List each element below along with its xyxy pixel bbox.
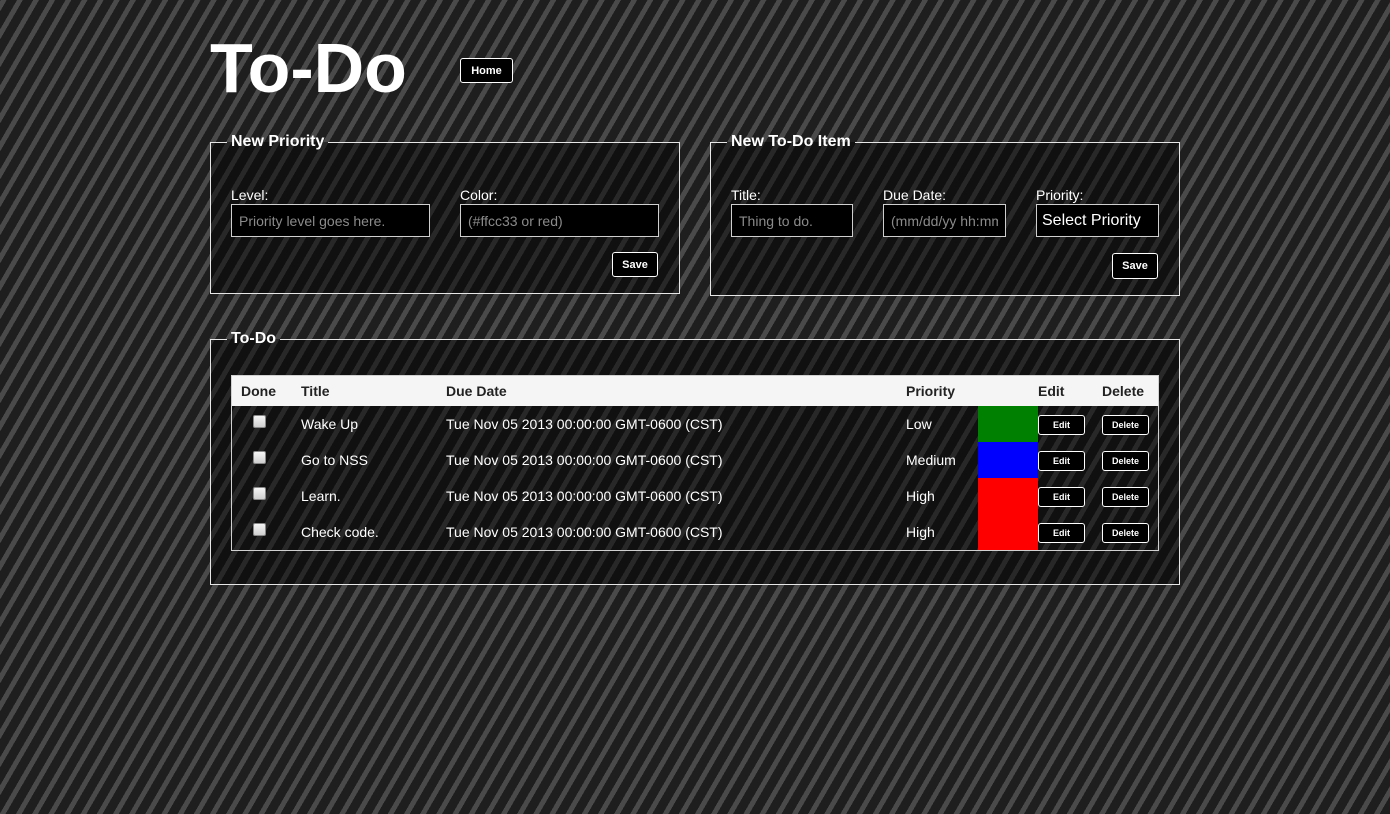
priority-color-swatch — [978, 514, 1038, 550]
column-header-priority: Priority — [906, 383, 956, 399]
delete-button[interactable]: Delete — [1102, 415, 1149, 435]
due-date-cell: Tue Nov 05 2013 00:00:00 GMT-0600 (CST) — [446, 416, 723, 432]
edit-button[interactable]: Edit — [1038, 451, 1085, 471]
column-header-delete: Delete — [1102, 383, 1145, 399]
column-header-edit: Edit — [1038, 383, 1065, 399]
color-cell — [978, 442, 1038, 478]
new-priority-panel: New Priority Level: Color: Save — [210, 133, 680, 294]
priority-cell: Medium — [906, 452, 956, 468]
delete-cell: Delete — [1102, 406, 1159, 442]
due-date-label: Due Date: — [883, 187, 947, 203]
new-priority-legend: New Priority — [231, 133, 325, 150]
table-row: Check code. Tue Nov 05 2013 00:00:00 GMT… — [232, 514, 1159, 551]
title-cell: Learn. — [301, 488, 341, 504]
priority-color-swatch — [978, 406, 1038, 442]
column-header-due-date: Due Date — [446, 383, 507, 399]
delete-button[interactable]: Delete — [1102, 451, 1149, 471]
color-cell — [978, 406, 1038, 442]
save-todo-button[interactable]: Save — [1112, 253, 1158, 279]
column-header-done: Done — [241, 383, 276, 399]
delete-button[interactable]: Delete — [1102, 487, 1149, 507]
delete-cell: Delete — [1102, 478, 1159, 514]
done-checkbox[interactable] — [253, 414, 266, 428]
new-todo-legend: New To-Do Item — [731, 133, 851, 150]
level-input[interactable] — [231, 204, 430, 237]
done-checkbox[interactable] — [253, 486, 266, 500]
column-header-title: Title — [301, 383, 330, 399]
column-header-color — [978, 376, 1038, 407]
table-row: Learn. Tue Nov 05 2013 00:00:00 GMT-0600… — [232, 478, 1159, 514]
done-cell — [232, 406, 302, 442]
title-cell: Wake Up — [301, 416, 359, 432]
title-input[interactable] — [731, 204, 853, 237]
edit-button[interactable]: Edit — [1038, 487, 1085, 507]
color-cell — [978, 478, 1038, 514]
color-cell — [978, 514, 1038, 551]
new-todo-panel: New To-Do Item Title: Due Date: Priority… — [710, 133, 1180, 296]
title-label: Title: — [731, 187, 761, 203]
edit-cell: Edit — [1038, 406, 1102, 442]
delete-cell: Delete — [1102, 442, 1159, 478]
due-date-cell: Tue Nov 05 2013 00:00:00 GMT-0600 (CST) — [446, 524, 723, 540]
done-checkbox[interactable] — [253, 450, 266, 464]
delete-cell: Delete — [1102, 514, 1159, 551]
title-cell: Go to NSS — [301, 452, 368, 468]
priority-cell: High — [906, 524, 935, 540]
priority-color-swatch — [978, 478, 1038, 514]
due-date-input[interactable] — [883, 204, 1006, 237]
due-date-cell: Tue Nov 05 2013 00:00:00 GMT-0600 (CST) — [446, 488, 723, 504]
home-button[interactable]: Home — [460, 58, 513, 83]
priority-color-swatch — [978, 442, 1038, 478]
priority-label: Priority: — [1036, 187, 1084, 203]
page-title: To-Do — [210, 29, 407, 107]
table-header-row: Done Title Due Date Priority Edit Delete — [231, 375, 1159, 407]
edit-cell: Edit — [1038, 514, 1102, 551]
table-row: Wake Up Tue Nov 05 2013 00:00:00 GMT-060… — [232, 406, 1159, 442]
delete-button[interactable]: Delete — [1102, 523, 1149, 543]
edit-button[interactable]: Edit — [1038, 523, 1085, 543]
due-date-cell: Tue Nov 05 2013 00:00:00 GMT-0600 (CST) — [446, 452, 723, 468]
edit-button[interactable]: Edit — [1038, 415, 1085, 435]
edit-cell: Edit — [1038, 442, 1102, 478]
todo-table: Done Title Due Date Priority Edit Delete… — [231, 375, 1159, 551]
edit-cell: Edit — [1038, 478, 1102, 514]
color-input[interactable] — [460, 204, 659, 237]
done-cell — [232, 478, 302, 514]
color-label: Color: — [460, 187, 498, 203]
table-row: Go to NSS Tue Nov 05 2013 00:00:00 GMT-0… — [232, 442, 1159, 478]
done-checkbox[interactable] — [253, 522, 266, 536]
todo-list-legend: To-Do — [231, 330, 277, 347]
done-cell — [232, 442, 302, 478]
save-priority-button[interactable]: Save — [612, 252, 658, 277]
level-label: Level: — [231, 187, 269, 203]
todo-list-panel: To-Do Done Title Due Date Priority Edit … — [210, 330, 1180, 585]
priority-select[interactable]: Select Priority — [1036, 204, 1159, 237]
priority-cell: Low — [906, 416, 932, 432]
priority-cell: High — [906, 488, 935, 504]
title-cell: Check code. — [301, 524, 379, 540]
done-cell — [232, 514, 302, 551]
